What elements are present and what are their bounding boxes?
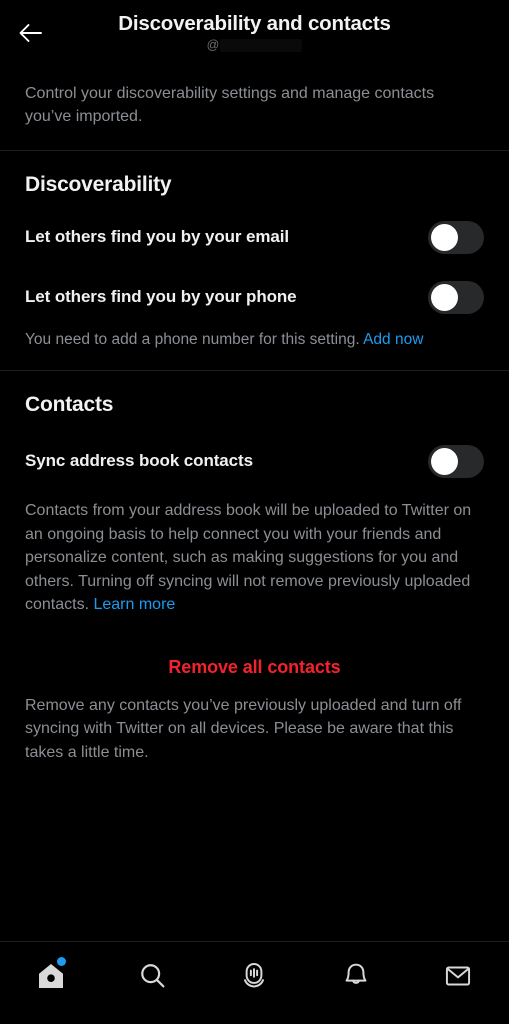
page-title: Discoverability and contacts: [118, 12, 391, 35]
row-label-find-by-email: Let others find you by your email: [25, 227, 290, 246]
toggle-knob: [431, 283, 458, 311]
nav-item-messages[interactable]: [407, 954, 509, 998]
spaces-microphone-icon: [239, 961, 269, 991]
toggle-knob: [431, 223, 458, 251]
bottom-navigation-bar: [0, 941, 509, 1024]
toggle-knob: [431, 447, 458, 475]
handle-redacted-block: [220, 39, 303, 52]
row-sync-address-book[interactable]: Sync address book contacts: [0, 437, 509, 485]
discoverability-heading: Discoverability: [25, 173, 172, 196]
bell-icon: [341, 961, 371, 991]
contacts-description-text: Contacts from your address book will be …: [25, 502, 472, 613]
handle-prefix: @: [206, 38, 220, 52]
back-button[interactable]: [12, 16, 50, 50]
toggle-find-by-phone[interactable]: [428, 280, 484, 314]
toggle-sync-address-book[interactable]: [428, 444, 484, 478]
row-label-sync-address-book: Sync address book contacts: [25, 451, 253, 470]
header-title-block: Discoverability and contacts @: [0, 0, 509, 54]
remove-all-contacts-wrap: Remove all contacts: [0, 617, 509, 678]
learn-more-link[interactable]: Learn more: [93, 596, 175, 613]
nav-item-search[interactable]: [102, 954, 204, 998]
phone-helper-message: You need to add a phone number for this …: [25, 331, 364, 348]
phone-helper-text: You need to add a phone number for this …: [0, 321, 509, 370]
toggle-find-by-email[interactable]: [428, 220, 484, 254]
screen-discoverability-and-contacts: Discoverability and contacts @ Control y…: [0, 0, 509, 1024]
row-find-by-email[interactable]: Let others find you by your email: [0, 213, 509, 261]
nav-item-spaces[interactable]: [204, 954, 306, 998]
remove-all-contacts-button[interactable]: Remove all contacts: [168, 657, 340, 678]
nav-item-home[interactable]: [0, 954, 102, 998]
row-find-by-phone[interactable]: Let others find you by your phone: [0, 273, 509, 321]
nav-item-notifications[interactable]: [305, 954, 407, 998]
contacts-description: Contacts from your address book will be …: [0, 485, 509, 617]
arrow-left-icon: [18, 22, 44, 44]
app-header: Discoverability and contacts @: [0, 0, 509, 64]
envelope-icon: [443, 961, 473, 991]
account-handle: @: [207, 38, 303, 53]
add-now-link[interactable]: Add now: [363, 331, 423, 348]
contacts-heading: Contacts: [25, 393, 114, 416]
row-label-find-by-phone: Let others find you by your phone: [25, 287, 297, 306]
remove-all-contacts-description: Remove any contacts you’ve previously up…: [25, 696, 462, 761]
page-description: Control your discoverability settings an…: [25, 85, 435, 125]
search-icon: [138, 961, 168, 991]
